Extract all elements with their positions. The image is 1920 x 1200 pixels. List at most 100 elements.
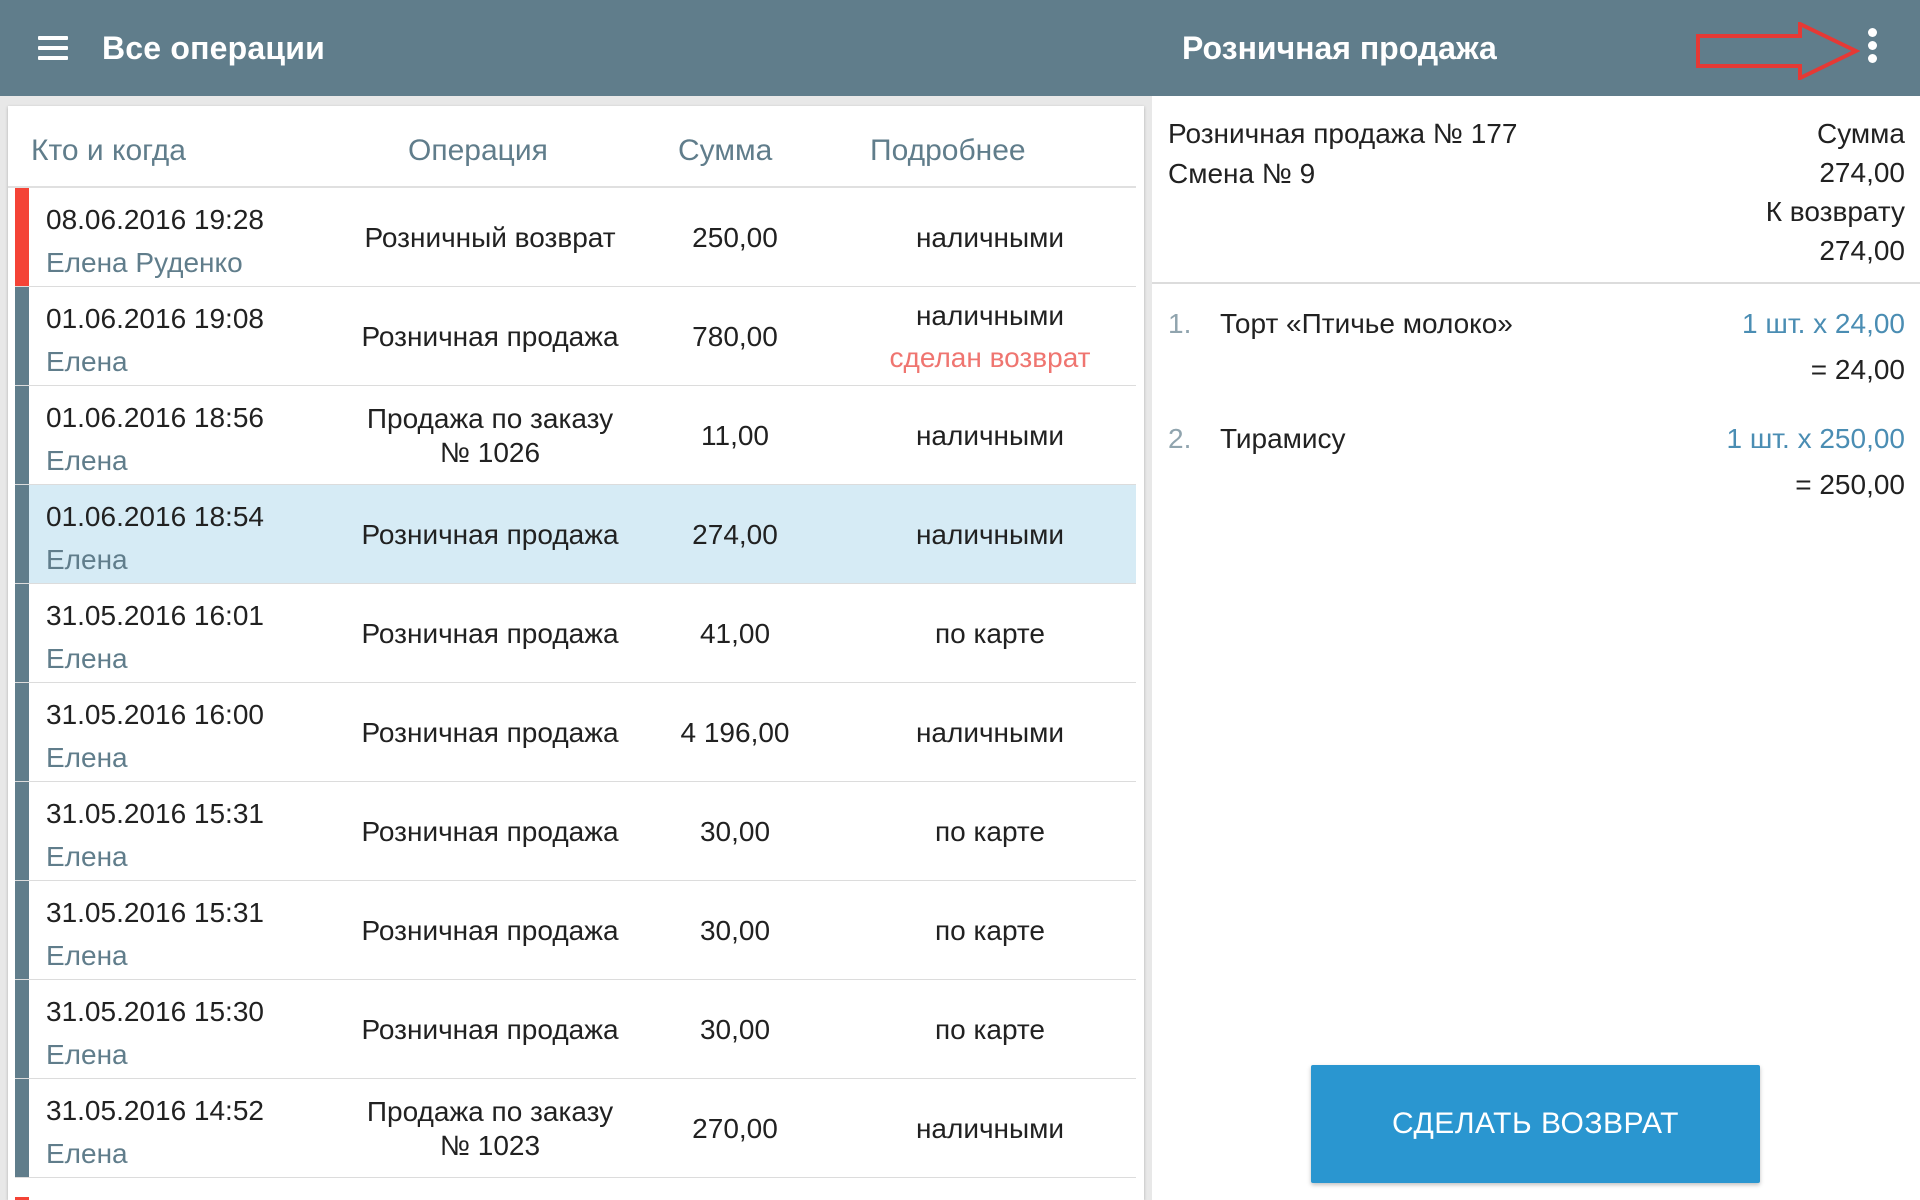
row-refund-note: сделан возврат [889,341,1091,373]
row-payment-method: по карте [935,617,1045,649]
row-date: 31.05.2016 16:00 [46,699,264,730]
row-operation: Продажа по заказу № 1023 [366,1095,614,1161]
list-header: Кто и когда Операция Сумма Подробнее [8,106,1136,188]
header-operation: Операция [408,134,548,167]
row-person: Елена Руденко [46,247,243,278]
refund-value: 274,00 [1819,235,1905,266]
operations-list: Кто и когда Операция Сумма Подробнее 08.… [8,106,1144,1200]
table-row[interactable]: 31.05.2016 16:01 Елена Розничная продажа… [15,584,1136,683]
row-amount: 274,00 [692,518,778,550]
row-person: Елена [46,841,128,872]
row-date: 01.06.2016 18:56 [46,402,264,433]
item-name: Тирамису [1220,423,1346,454]
row-person: Елена [46,643,128,674]
row-amount: 4 196,00 [680,716,790,748]
row-status-stripe [15,1079,29,1177]
row-payment-method: наличными [915,716,1065,748]
make-return-button[interactable]: СДЕЛАТЬ ВОЗВРАТ [1311,1065,1760,1183]
row-details: наличными [855,683,1125,782]
row-operation: Розничная продажа [361,518,619,550]
header-who-when: Кто и когда [31,134,186,167]
list-item: 1. Торт «Птичье молоко» 1 шт. x 24,00 = … [1152,300,1920,410]
item-quantity-price: 1 шт. x 24,00 [1742,308,1905,339]
refund-label: К возврату [1765,196,1905,227]
sum-label: Сумма [1817,118,1905,149]
row-status-stripe [15,584,29,682]
row-amount: 41,00 [699,617,771,649]
divider [1152,282,1920,284]
row-date: 31.05.2016 15:30 [46,996,264,1027]
row-person: Елена [46,346,128,377]
row-status-stripe [15,683,29,781]
row-status-stripe [15,287,29,385]
row-operation: Продажа по заказу № 1026 [366,402,614,468]
item-total: = 250,00 [1795,469,1905,500]
row-status-stripe [15,485,29,583]
table-row[interactable]: 31.05.2016 14:52 Елена Продажа по заказу… [15,1079,1136,1178]
row-payment-method: по карте [935,1013,1045,1045]
operation-detail-panel: Розничная продажа № 177 Смена № 9 Сумма … [1152,96,1920,1200]
row-details: наличными [855,485,1125,584]
row-payment-method: наличными [915,299,1065,331]
row-details: по карте [855,584,1125,683]
row-amount: 270,00 [692,1112,778,1144]
row-date: 01.06.2016 18:54 [46,501,264,532]
table-row[interactable]: 08.06.2016 19:28 Елена Руденко Розничный… [15,188,1136,287]
row-payment-method: наличными [915,221,1065,253]
row-status-stripe [15,782,29,880]
operations-rows: 08.06.2016 19:28 Елена Руденко Розничный… [15,188,1136,1178]
more-vert-icon[interactable] [1858,28,1886,70]
row-payment-method: наличными [915,1112,1065,1144]
table-row[interactable]: 01.06.2016 19:08 Елена Розничная продажа… [15,287,1136,386]
item-quantity-price: 1 шт. x 250,00 [1726,423,1905,454]
table-row[interactable]: 31.05.2016 15:31 Елена Розничная продажа… [15,881,1136,980]
detail-summary-left: Розничная продажа № 177 Смена № 9 [1168,114,1517,194]
table-row[interactable]: 31.05.2016 15:31 Елена Розничная продажа… [15,782,1136,881]
shift-number: Смена № 9 [1168,158,1316,189]
row-person: Елена [46,742,128,773]
row-person: Елена [46,1138,128,1169]
row-date: 31.05.2016 16:01 [46,600,264,631]
row-operation: Розничная продажа [361,1013,619,1045]
table-row[interactable]: 31.05.2016 15:30 Елена Розничная продажа… [15,980,1136,1079]
row-operation: Розничный возврат [364,221,616,253]
sale-number: Розничная продажа № 177 [1168,118,1518,149]
page-title: Все операции [102,30,326,66]
row-person: Елена [46,445,128,476]
table-row[interactable]: 01.06.2016 18:56 Елена Продажа по заказу… [15,386,1136,485]
item-number: 1. [1168,308,1192,339]
row-operation: Розничная продажа [361,815,619,847]
row-operation: Розничная продажа [361,716,619,748]
row-operation: Розничная продажа [361,320,619,352]
table-row[interactable]: 31.05.2016 16:00 Елена Розничная продажа… [15,683,1136,782]
header-amount: Сумма [678,134,773,167]
item-name: Торт «Птичье молоко» [1220,308,1513,339]
header-details: Подробнее [870,134,1026,167]
row-operation: Розничная продажа [361,914,619,946]
row-status-stripe [15,386,29,484]
row-date: 31.05.2016 15:31 [46,897,264,928]
row-status-stripe [15,881,29,979]
row-payment-method: по карте [935,914,1045,946]
row-amount: 11,00 [701,419,769,451]
row-details: наличными [855,386,1125,485]
row-date: 31.05.2016 14:52 [46,1095,264,1126]
row-date: 08.06.2016 19:28 [46,204,264,235]
table-row-selected[interactable]: 01.06.2016 18:54 Елена Розничная продажа… [15,485,1136,584]
menu-icon[interactable] [38,36,70,60]
row-status-stripe [15,188,29,286]
row-date: 31.05.2016 15:31 [46,798,264,829]
sum-value: 274,00 [1819,157,1905,188]
row-details: наличными [855,1079,1125,1178]
row-status-stripe [15,980,29,1078]
row-person: Елена [46,940,128,971]
row-person: Елена [46,1039,128,1070]
row-details: по карте [855,881,1125,980]
row-amount: 30,00 [699,815,771,847]
row-date: 01.06.2016 19:08 [46,303,264,334]
detail-summary-right: Сумма 274,00 К возврату 274,00 [1766,114,1905,270]
row-details: наличными сделан возврат [855,287,1125,386]
row-payment-method: наличными [915,518,1065,550]
row-amount: 30,00 [699,914,771,946]
detail-title: Розничная продажа [1182,30,1497,66]
